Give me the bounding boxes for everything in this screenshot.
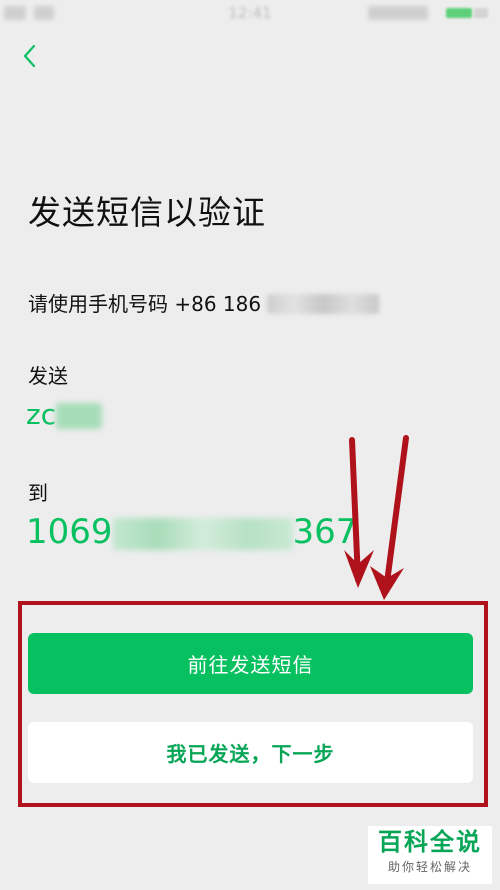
watermark-logo: 百科全说 助你轻松解决 bbox=[368, 826, 492, 884]
status-bar: 12:41 bbox=[0, 0, 500, 28]
annotation-arrows bbox=[344, 435, 409, 600]
page-title: 发送短信以验证 bbox=[28, 193, 266, 232]
sms-content-mask bbox=[56, 403, 103, 429]
chevron-left-icon bbox=[23, 44, 36, 68]
status-icons bbox=[368, 6, 428, 20]
already-sent-next-button[interactable]: 我已发送，下一步 bbox=[28, 722, 473, 783]
target-number-mask bbox=[112, 517, 293, 550]
arrow-right-shaft bbox=[383, 435, 409, 593]
target-number-start: 1069 bbox=[26, 512, 113, 552]
to-label: 到 bbox=[28, 481, 48, 505]
go-send-sms-button[interactable]: 前往发送短信 bbox=[28, 633, 473, 694]
send-label: 发送 bbox=[28, 364, 68, 388]
sms-content: zc bbox=[26, 398, 103, 431]
instruction-line: 请使用手机号码 +86 186 bbox=[28, 288, 380, 317]
instruction-text: 请使用手机号码 +86 186 bbox=[28, 292, 262, 316]
masked-phone-number bbox=[267, 294, 380, 314]
back-button[interactable] bbox=[14, 38, 50, 74]
watermark-title: 百科全说 bbox=[378, 828, 482, 856]
target-number: 1069 367 bbox=[26, 512, 357, 552]
watermark-subtitle: 助你轻松解决 bbox=[387, 860, 472, 874]
battery-end-icon bbox=[474, 8, 488, 18]
sms-content-text: zc bbox=[26, 398, 57, 431]
battery-icon bbox=[446, 8, 472, 18]
